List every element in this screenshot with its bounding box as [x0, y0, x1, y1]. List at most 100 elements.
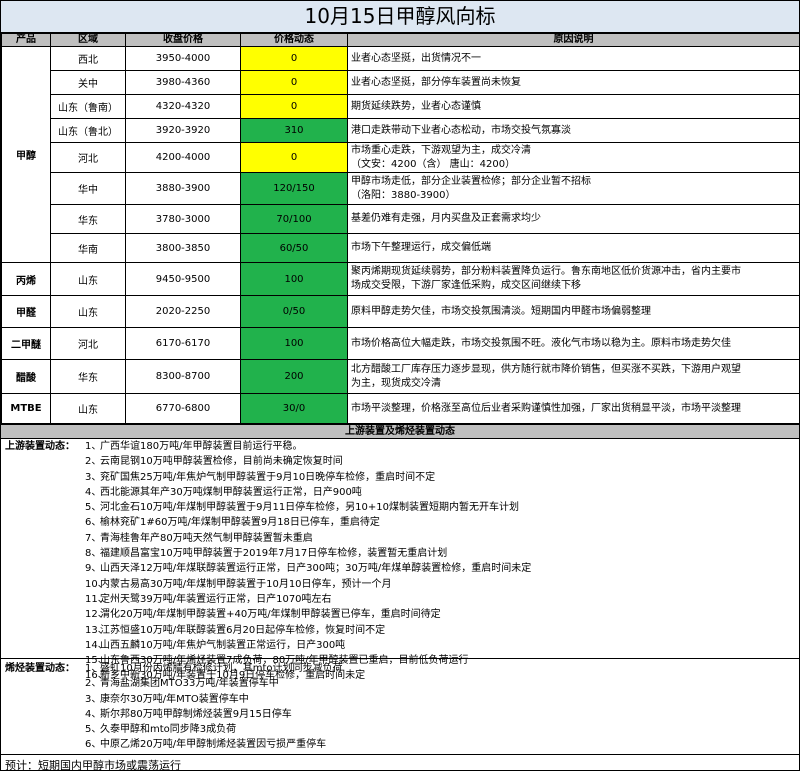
- list-item: 11、定州天鹭39万吨/年装置运行正常，日产1070吨左右: [5, 592, 799, 607]
- price-table: 产品 区域 收盘价格 价格动态 原因说明 甲醇 西北 3950-4000 0 业…: [1, 33, 800, 424]
- region-cell: 关中: [50, 70, 126, 95]
- olefin-label: 烯烃装置动态：: [5, 663, 75, 674]
- list-item: 2、青海盐湖集团MTO33万吨/年装置停车中: [5, 676, 799, 691]
- item-number: 10、: [85, 578, 108, 590]
- change-cell: 120/150: [240, 172, 348, 205]
- product-acetic-acid: 醋酸: [1, 359, 51, 394]
- region-cell: 华东: [50, 359, 126, 394]
- item-number: 8、: [85, 548, 102, 560]
- item-number: 3、: [85, 693, 102, 705]
- item-text: 斯尔邦80万吨甲醇制烯烃装置9月15日停车: [100, 708, 292, 720]
- reason-cell: 期货延续跌势，业者心态谨慎: [347, 94, 800, 119]
- list-item: 4、斯尔邦80万吨甲醇制烯烃装置9月15日停车: [5, 707, 799, 722]
- table-row: 山东（鲁南） 4320-4320 0 期货延续跌势，业者心态谨慎: [2, 94, 800, 119]
- header-reason: 原因说明: [347, 33, 800, 47]
- change-cell: 0: [240, 94, 348, 119]
- product-methanol: 甲醇: [1, 46, 51, 263]
- table-row: 河北 4200-4000 0 市场重心走跌，下游观望为主，成交冷清 （文安：42…: [2, 142, 800, 173]
- item-text: 青海盐湖集团MTO33万吨/年装置停车中: [100, 678, 279, 690]
- list-item: 2、云南昆钢10万吨甲醇装置检修，目前尚未确定恢复时间: [5, 454, 799, 469]
- item-text: 福建顺昌富宝10万吨甲醇装置于2019年7月17日停车检修，装置暂无重启计划: [100, 548, 448, 560]
- table-row: 华南 3800-3850 60/50 市场下午整理运行，成交偏低端: [2, 233, 800, 263]
- item-text: 山西天泽12万吨/年煤联醇装置运行正常，日产300吨；30万吨/年煤单醇装置检修…: [100, 563, 532, 575]
- reason-line: 甲醇市场走低，部分企业装置检修；部分企业暂不招标: [351, 175, 591, 187]
- list-item: 5、河北金石10万吨/年煤制甲醇装置于9月11日停车检修，另10+10煤制装置短…: [5, 500, 799, 515]
- reason-cell: 市场价格高位大幅走跌，市场交投氛围不旺。液化气市场以稳为主。原料市场走势欠佳: [347, 327, 800, 360]
- region-cell: 河北: [50, 327, 126, 360]
- reason-cell: 港口走跌带动下业者心态松动，市场交投气氛寡淡: [347, 118, 800, 143]
- item-text: 广西华谊180万吨/年甲醇装置目前运行平稳。: [100, 441, 303, 452]
- item-text: 青海桂鲁年产80万吨天然气制甲醇装置暂未重启: [100, 532, 313, 544]
- reason-line: 原料甲醇走势欠佳，市场交投氛围清淡。短期国内甲醛市场偏弱整理: [351, 305, 651, 317]
- reason-line: 北方醋酸工厂库存压力逐步显现，供方随行就市降价销售，但买涨不买跌，下游用户观望: [351, 363, 741, 375]
- region-cell: 华中: [50, 172, 126, 205]
- reason-line: 港口走跌带动下业者心态松动，市场交投气氛寡淡: [351, 124, 571, 136]
- reason-cell: 市场平淡整理，价格涨至高位后业者采购谨慎性加强，厂家出货稍显平淡，市场平淡整理: [347, 393, 800, 424]
- list-item: 10、内蒙古易高30万吨/年煤制甲醇装置于10月10日停车，预计一个月: [5, 577, 799, 592]
- region-cell: 河北: [50, 142, 126, 173]
- list-item: 6、榆林兖矿1#60万吨/年煤制甲醇装置9月18日已停车，重启待定: [5, 515, 799, 530]
- price-cell: 4200-4000: [125, 142, 241, 173]
- table-row: 山东（鲁北） 3920-3920 310 港口走跌带动下业者心态松动，市场交投气…: [2, 118, 800, 143]
- list-item: 3、康奈尔30万吨/年MTO装置停车中: [5, 692, 799, 707]
- reason-line: （文安：4200（含） 唐山：4200）: [351, 158, 516, 170]
- table-row: 醋酸 华东 8300-8700 200 北方醋酸工厂库存压力逐步显现，供方随行就…: [1, 359, 800, 394]
- list-item: 3、兖矿国焦25万吨/年焦炉气制甲醇装置于9月10日晚停车检修，重启时间不定: [5, 470, 799, 485]
- table-row: MTBE 山东 6770-6800 30/0 市场平淡整理，价格涨至高位后业者采…: [1, 393, 800, 424]
- item-number: 9、: [85, 563, 102, 575]
- reason-cell: 甲醇市场走低，部分企业装置检修；部分企业暂不招标 （洛阳：3880-3900）: [347, 172, 800, 205]
- price-cell: 3920-3920: [125, 118, 241, 143]
- region-cell: 山东（鲁北）: [50, 118, 126, 143]
- reason-cell: 市场下午整理运行，成交偏低端: [347, 233, 800, 263]
- list-item: 12、渭化20万吨/年煤制甲醇装置+40万吨/年煤制甲醇装置已停车，重启时间待定: [5, 607, 799, 622]
- header-region: 区域: [50, 33, 126, 47]
- region-cell: 西北: [50, 46, 126, 71]
- region-cell: 山东: [50, 393, 126, 424]
- upstream-label: 上游装置动态：: [5, 441, 75, 452]
- price-cell: 3780-3000: [125, 204, 241, 234]
- reason-cell: 北方醋酸工厂库存压力逐步显现，供方随行就市降价销售，但买涨不买跌，下游用户观望 …: [347, 359, 800, 394]
- page-title: 10月15日甲醇风向标: [1, 1, 799, 33]
- reason-cell: 基差仍难有走强，月内买盘及正套需求均少: [347, 204, 800, 234]
- price-cell: 3880-3900: [125, 172, 241, 205]
- list-item: 13、江苏恒盛10万吨/年联醇装置6月20日起停车检修，恢复时间不定: [5, 623, 799, 638]
- list-item: 4、西北能源其年产30万吨煤制甲醇装置运行正常，日产900吨: [5, 485, 799, 500]
- price-cell: 6770-6800: [125, 393, 241, 424]
- item-text: 内蒙古易高30万吨/年煤制甲醇装置于10月10日停车，预计一个月: [100, 578, 392, 590]
- change-cell: 60/50: [240, 233, 348, 263]
- region-cell: 山东（鲁南）: [50, 94, 126, 119]
- reason-cell: 业者心态坚挺，出货情况不一: [347, 46, 800, 71]
- change-cell: 0: [240, 46, 348, 71]
- reason-line: 期货延续跌势，业者心态谨慎: [351, 100, 481, 112]
- item-number: 7、: [85, 532, 102, 544]
- reason-line: 市场平淡整理，价格涨至高位后业者采购谨慎性加强，厂家出货稍显平淡，市场平淡整理: [351, 402, 741, 414]
- list-item: 7、青海桂鲁年产80万吨天然气制甲醇装置暂未重启: [5, 531, 799, 546]
- table-row: 丙烯 山东 9450-9500 100 聚丙烯期现货延续弱势，部分粉料装置降负运…: [1, 262, 800, 296]
- reason-line: 基差仍难有走强，月内买盘及正套需求均少: [351, 213, 541, 224]
- item-number: 4、: [85, 708, 102, 720]
- item-text: 山西五麟10万吨/年焦炉气制装置正常运行，日产300吨: [100, 639, 346, 651]
- list-item: 上游装置动态： 1、广西华谊180万吨/年甲醇装置目前运行平稳。: [5, 439, 799, 454]
- item-text: 江苏恒盛10万吨/年联醇装置6月20日起停车检修，恢复时间不定: [100, 624, 386, 636]
- item-number: 11、: [85, 593, 108, 605]
- item-number: 6、: [85, 517, 102, 529]
- reason-line: 业者心态坚挺，出货情况不一: [351, 52, 481, 64]
- change-cell: 0: [240, 70, 348, 95]
- list-item: 9、山西天泽12万吨/年煤联醇装置运行正常，日产300吨；30万吨/年煤单醇装置…: [5, 561, 799, 576]
- price-cell: 3950-4000: [125, 46, 241, 71]
- table-row: 华中 3880-3900 120/150 甲醇市场走低，部分企业装置检修；部分企…: [2, 172, 800, 205]
- item-text: 康奈尔30万吨/年MTO装置停车中: [100, 693, 249, 705]
- table-header: 产品 区域 收盘价格 价格动态 原因说明: [1, 33, 800, 47]
- table-row: 二甲醚 河北 6170-6170 100 市场价格高位大幅走跌，市场交投氛围不旺…: [1, 327, 800, 360]
- item-number: 6、: [85, 739, 102, 751]
- item-number: 2、: [85, 678, 102, 690]
- price-cell: 4320-4320: [125, 94, 241, 119]
- item-text: 久泰甲醇和mto同步降3成负荷: [100, 724, 237, 736]
- item-number: 2、: [85, 456, 102, 468]
- change-cell: 0/50: [240, 295, 348, 328]
- reason-cell: 聚丙烯期现货延续弱势，部分粉料装置降负运行。鲁东南地区低价货源冲击，省内主要市 …: [347, 262, 800, 296]
- product-dme: 二甲醚: [1, 327, 51, 360]
- change-cell: 100: [240, 327, 348, 360]
- forecast-text: 预计：短期国内甲醇市场或震荡运行: [5, 759, 181, 772]
- region-cell: 山东: [50, 262, 126, 296]
